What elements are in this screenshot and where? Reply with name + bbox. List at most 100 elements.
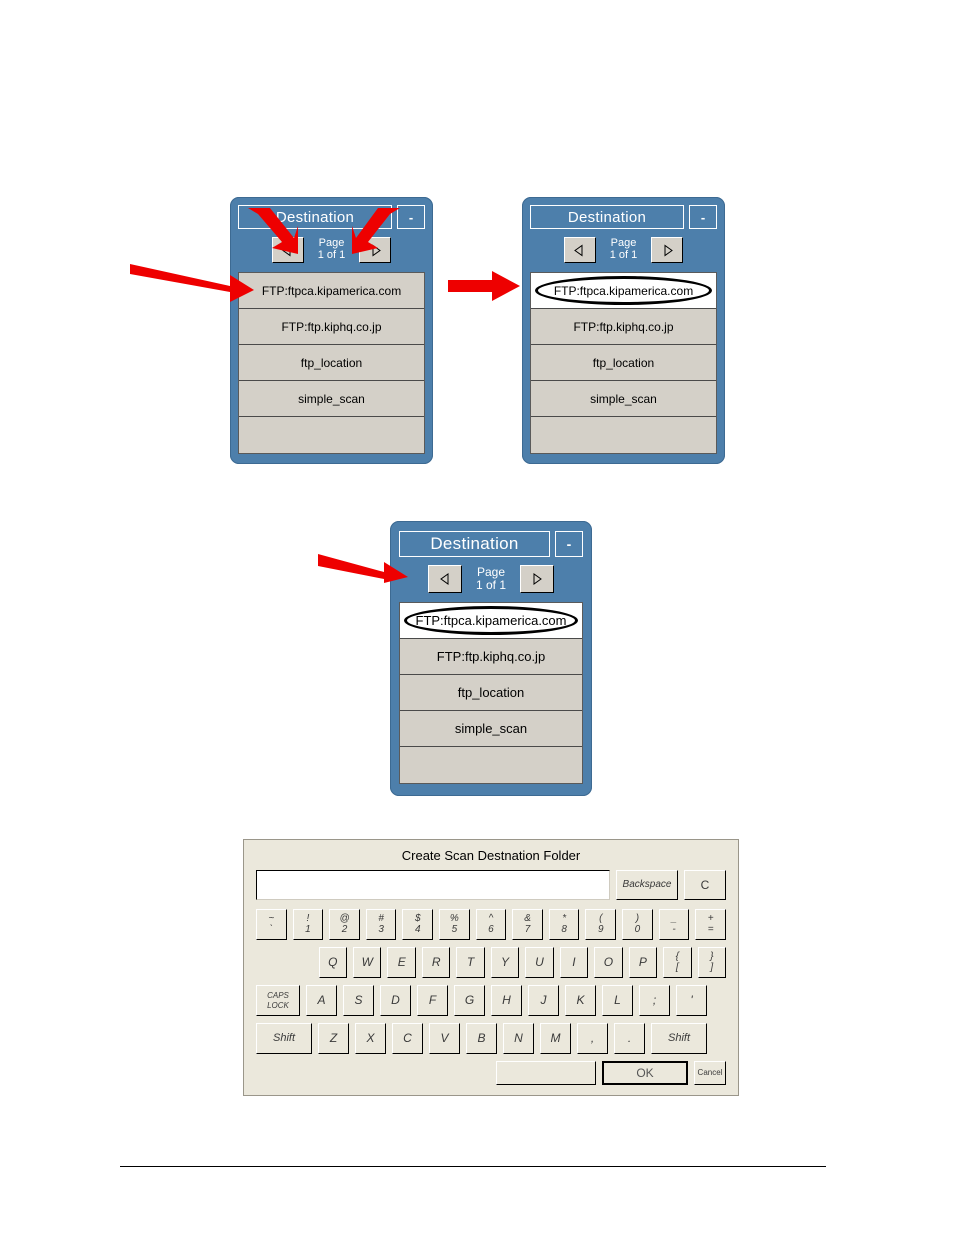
list-item[interactable]: ftp_location <box>239 345 424 381</box>
key-bracket-right[interactable]: } ] <box>697 947 726 978</box>
key-b[interactable]: B <box>466 1023 497 1054</box>
key-i[interactable]: I <box>559 947 589 978</box>
key-j[interactable]: J <box>528 985 559 1016</box>
key-upper: ~ <box>268 912 275 924</box>
next-page-button[interactable] <box>359 237 392 263</box>
key-lower: 0 <box>634 924 641 935</box>
key-lower: - <box>672 924 676 935</box>
key-upper: $ <box>414 912 421 924</box>
clear-key[interactable]: C <box>684 870 726 900</box>
key-bracket-left[interactable]: { [ <box>663 947 692 978</box>
key-2[interactable]: @ 2 <box>329 909 360 940</box>
key-8[interactable]: * 8 <box>548 909 580 940</box>
key-g[interactable]: G <box>454 985 485 1016</box>
backspace-key[interactable]: Backspace <box>616 870 678 900</box>
pager: Page 1 of 1 <box>399 562 583 596</box>
key-9[interactable]: ( 9 <box>585 909 617 940</box>
key-f[interactable]: F <box>417 985 448 1016</box>
list-item-empty[interactable] <box>400 747 582 783</box>
key-a[interactable]: A <box>306 985 337 1016</box>
caps-lock-key[interactable]: CAPS LOCK <box>256 985 300 1016</box>
key-c[interactable]: C <box>392 1023 423 1054</box>
key-s[interactable]: S <box>343 985 374 1016</box>
key-w[interactable]: W <box>353 947 382 978</box>
prev-page-button[interactable] <box>271 237 304 263</box>
shift-key-left[interactable]: Shift <box>256 1023 312 1054</box>
key-q[interactable]: Q <box>318 947 348 978</box>
key-r[interactable]: R <box>421 947 451 978</box>
key-d[interactable]: D <box>380 985 411 1016</box>
folder-name-input[interactable] <box>256 870 610 900</box>
prev-page-button[interactable] <box>563 237 596 263</box>
list-item-selected[interactable]: FTP:ftpca.kipamerica.com <box>400 603 582 639</box>
key-comma[interactable]: , <box>577 1023 608 1054</box>
shift-key-right[interactable]: Shift <box>651 1023 707 1054</box>
key-h[interactable]: H <box>491 985 522 1016</box>
ok-button[interactable]: OK <box>602 1061 688 1085</box>
key-x[interactable]: X <box>355 1023 386 1054</box>
caps-lock-line2: LOCK <box>267 1000 289 1010</box>
key-lower: 4 <box>414 924 421 935</box>
minimize-button[interactable]: - <box>555 531 583 557</box>
key-n[interactable]: N <box>503 1023 534 1054</box>
key-upper: ^ <box>488 912 494 924</box>
key-lower: ] <box>710 962 714 973</box>
key-semicolon[interactable]: ; <box>639 985 670 1016</box>
cancel-button[interactable]: Cancel <box>694 1061 726 1085</box>
space-key[interactable] <box>496 1061 596 1085</box>
qwerty-row: Q W E R T Y U I O P { [ } ] <box>244 947 738 978</box>
key-upper: _ <box>671 912 677 924</box>
list-item[interactable]: FTP:ftp.kiphq.co.jp <box>531 309 716 345</box>
minimize-button[interactable]: - <box>689 205 717 229</box>
key-4[interactable]: $ 4 <box>402 909 434 940</box>
key-l[interactable]: L <box>602 985 633 1016</box>
key-upper: * <box>562 912 567 924</box>
list-item-selected[interactable]: FTP:ftpca.kipamerica.com <box>531 273 716 309</box>
key-lower: 1 <box>305 924 311 935</box>
key-upper: { <box>675 950 679 962</box>
key-equals[interactable]: + = <box>695 909 726 940</box>
list-item[interactable]: ftp_location <box>531 345 716 381</box>
key-e[interactable]: E <box>387 947 416 978</box>
key-backtick[interactable]: ~ ` <box>256 909 287 940</box>
key-5[interactable]: % 5 <box>439 909 470 940</box>
key-lower: 8 <box>561 924 567 935</box>
key-v[interactable]: V <box>429 1023 460 1054</box>
key-z[interactable]: Z <box>318 1023 349 1054</box>
list-item[interactable]: FTP:ftp.kiphq.co.jp <box>400 639 582 675</box>
key-y[interactable]: Y <box>490 947 520 978</box>
prev-page-button[interactable] <box>427 565 462 593</box>
key-o[interactable]: O <box>594 947 623 978</box>
list-item[interactable]: FTP:ftpca.kipamerica.com <box>239 273 424 309</box>
list-item-empty[interactable] <box>531 417 716 453</box>
list-item[interactable]: simple_scan <box>239 381 424 417</box>
minimize-button[interactable]: - <box>397 205 425 229</box>
arrow-between-panels <box>448 271 520 301</box>
list-item[interactable]: simple_scan <box>531 381 716 417</box>
key-lower: 6 <box>488 924 494 935</box>
pager: Page 1 of 1 <box>530 234 717 266</box>
next-page-button[interactable] <box>651 237 684 263</box>
list-item[interactable]: FTP:ftp.kiphq.co.jp <box>239 309 424 345</box>
list-item-empty[interactable] <box>239 417 424 453</box>
action-row: OK Cancel <box>244 1061 738 1095</box>
key-minus[interactable]: _ - <box>658 909 690 940</box>
key-6[interactable]: ^ 6 <box>475 909 507 940</box>
key-1[interactable]: ! 1 <box>292 909 324 940</box>
key-0[interactable]: ) 0 <box>622 909 653 940</box>
number-row: ~ ` ! 1 @ 2 # 3 $ 4 % 5 ^ 6 & 7 * 8 (9 … <box>244 909 738 940</box>
key-3[interactable]: # 3 <box>365 909 397 940</box>
list-item[interactable]: ftp_location <box>400 675 582 711</box>
key-period[interactable]: . <box>614 1023 645 1054</box>
list-item[interactable]: simple_scan <box>400 711 582 747</box>
next-page-button[interactable] <box>520 565 555 593</box>
key-apostrophe[interactable]: ' <box>676 985 707 1016</box>
key-p[interactable]: P <box>628 947 658 978</box>
key-u[interactable]: U <box>525 947 554 978</box>
key-7[interactable]: & 7 <box>512 909 543 940</box>
key-m[interactable]: M <box>540 1023 571 1054</box>
key-upper: & <box>524 912 531 924</box>
key-k[interactable]: K <box>565 985 596 1016</box>
key-t[interactable]: T <box>456 947 485 978</box>
page-indicator: Page 1 of 1 <box>476 566 506 591</box>
